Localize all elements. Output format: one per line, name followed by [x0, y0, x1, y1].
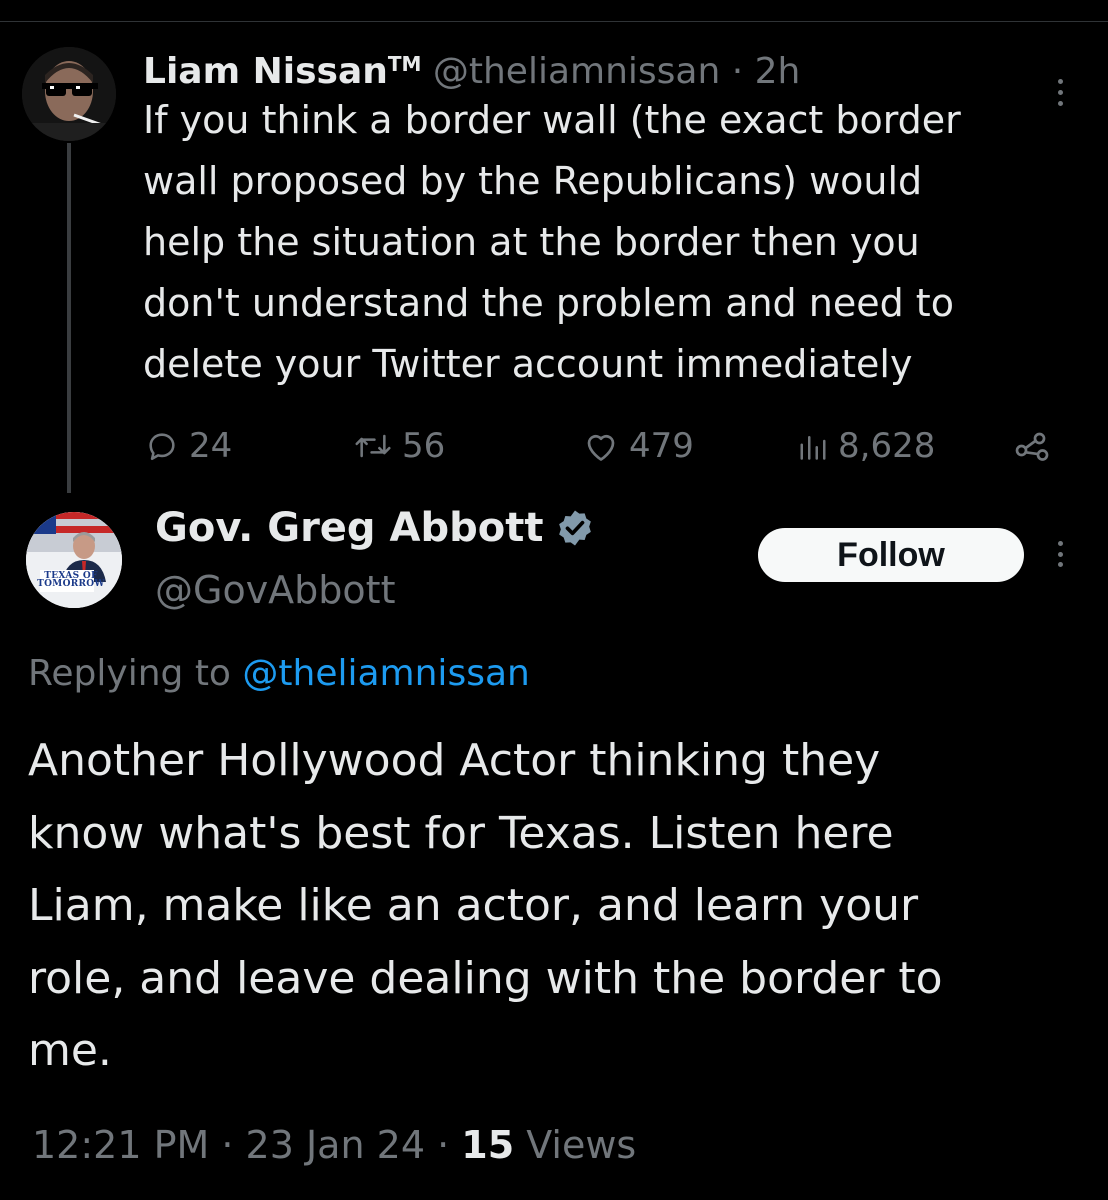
reply-icon	[149, 433, 175, 461]
tweet1-text: If you think a border wall (the exact bo…	[143, 98, 961, 386]
tweet2-views-label: Views	[514, 1123, 637, 1167]
meta-separator: ·	[425, 1123, 462, 1167]
meta-separator: ·	[209, 1123, 246, 1167]
tweet1-author-name[interactable]: Liam NissanTM	[143, 51, 421, 92]
trademark-mark: TM	[387, 52, 422, 76]
avatar-govabbott[interactable]: TEXAS OF TOMORROW	[26, 512, 122, 608]
repost-icon	[355, 434, 391, 458]
replying-handle-link[interactable]: @theliamnissan	[242, 653, 529, 694]
views-icon	[800, 436, 826, 460]
tweet2-author-name-text: Gov. Greg Abbott	[155, 505, 544, 551]
avatar-caption-line2: TOMORROW	[37, 579, 105, 589]
avatar-image	[22, 47, 116, 141]
repost-count: 56	[402, 426, 446, 466]
like-action[interactable]: 479	[583, 421, 694, 471]
views-action[interactable]: 8,628	[798, 421, 935, 471]
share-icon	[1015, 432, 1049, 461]
tweet1-handle[interactable]: @theliamnissan	[433, 51, 720, 92]
top-divider	[0, 21, 1108, 22]
avatar-caption: TEXAS OF TOMORROW	[33, 572, 109, 589]
tweet2-date[interactable]: 23 Jan 24	[246, 1123, 425, 1167]
tweet2-text: Another Hollywood Actor thinking they kn…	[28, 735, 943, 1076]
tweet1-author-name-text: Liam Nissan	[143, 51, 388, 92]
reply-action[interactable]: 24	[145, 421, 232, 471]
verified-badge-icon	[559, 510, 592, 546]
tweet1-separator: ·	[720, 51, 755, 92]
avatar-image	[26, 512, 122, 608]
tweet2-author-name[interactable]: Gov. Greg Abbott	[155, 500, 595, 556]
thread-line	[67, 143, 71, 493]
views-count: 8,628	[838, 426, 936, 466]
tweet1-header: Liam NissanTM @theliamnissan · 2h	[143, 38, 800, 98]
tweet2-handle[interactable]: @GovAbbott	[155, 563, 395, 617]
follow-button[interactable]: Follow	[758, 528, 1024, 582]
tweet2-meta: 12:21 PM · 23 Jan 24 · 15 Views	[32, 1118, 636, 1172]
like-count: 479	[629, 426, 694, 466]
avatar-liamnissan[interactable]	[22, 47, 116, 141]
repost-action[interactable]: 56	[354, 421, 445, 471]
tweet2-more-icon[interactable]	[1058, 541, 1064, 567]
tweet2-time[interactable]: 12:21 PM	[32, 1123, 209, 1167]
tweet2-views-count[interactable]: 15	[461, 1123, 514, 1167]
reply-count: 24	[189, 426, 233, 466]
replying-to: Replying to @theliamnissan	[28, 648, 530, 700]
replying-prefix: Replying to	[28, 653, 243, 694]
share-action[interactable]	[1014, 421, 1060, 471]
tweet1-time[interactable]: 2h	[755, 51, 801, 92]
like-icon	[587, 434, 615, 461]
